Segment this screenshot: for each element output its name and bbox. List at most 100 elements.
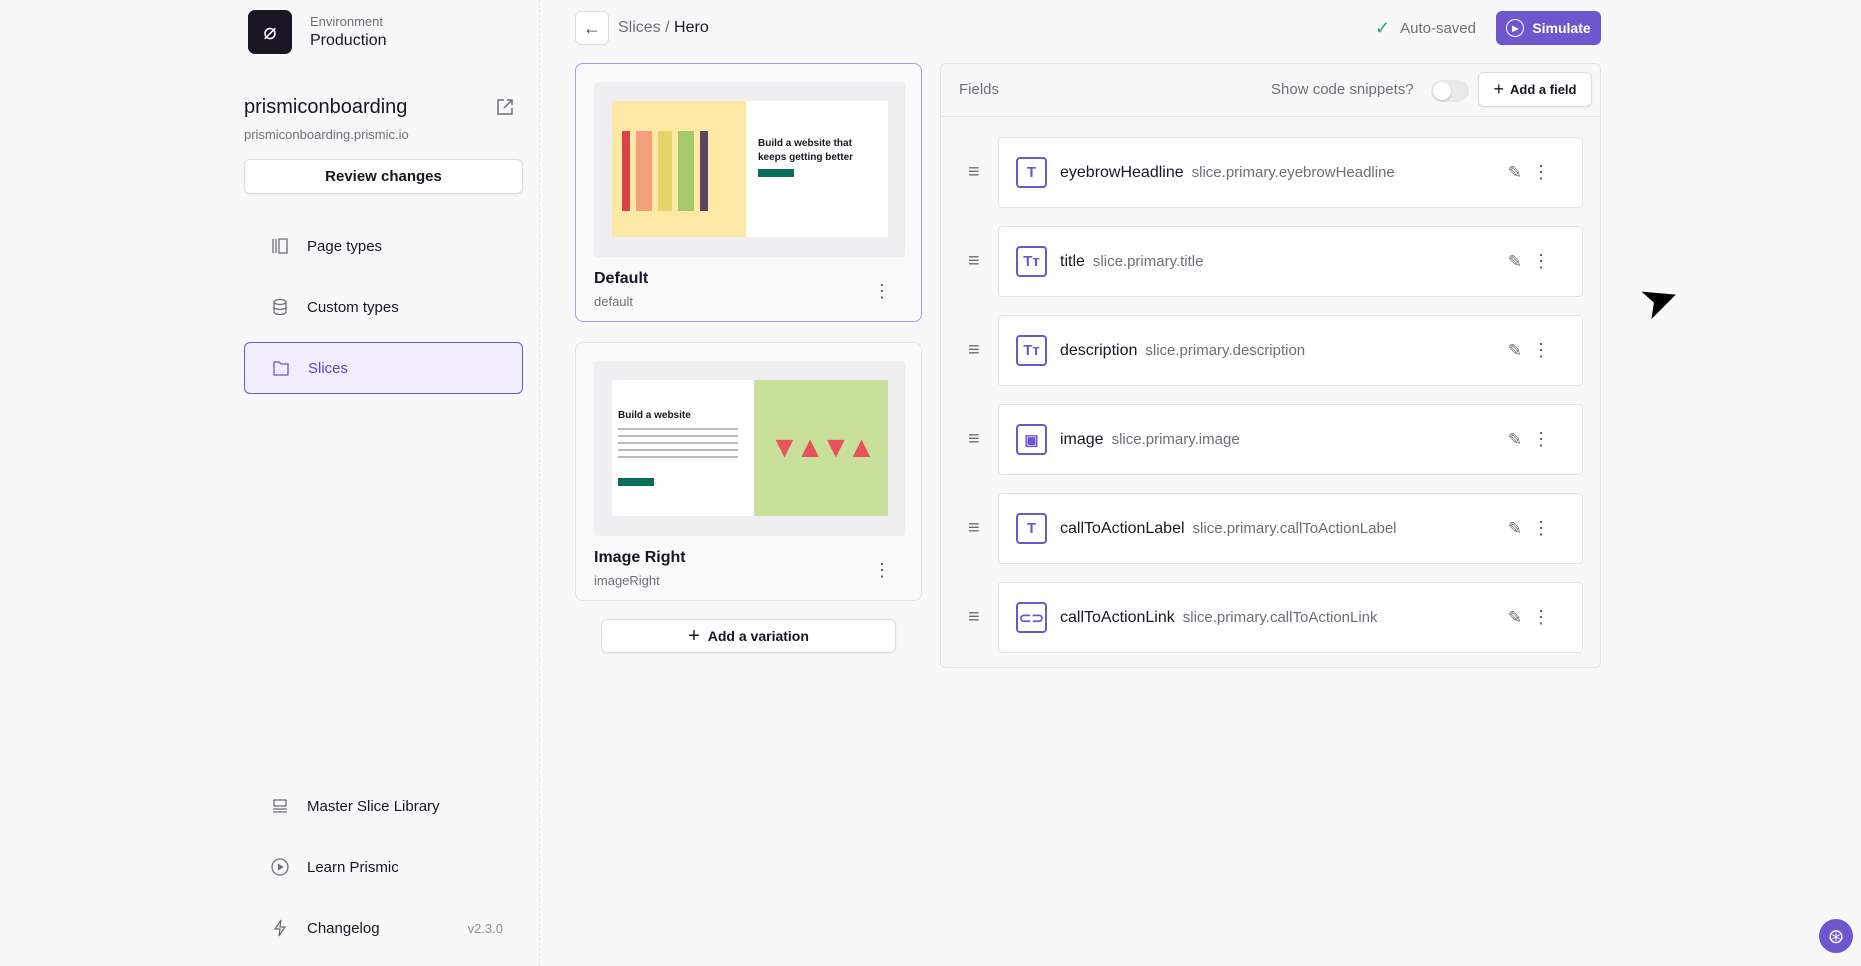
sidebar-item-slices[interactable]: Slices [244,342,523,394]
autosave-status: ✓ Auto-saved [1375,18,1476,39]
repo-name: prismiconboarding [244,96,408,118]
drag-handle-icon[interactable]: ≡ [968,339,980,362]
sidebar: ⌀ Environment Production prismiconboardi… [0,0,540,966]
breadcrumb-parent[interactable]: Slices [618,19,661,36]
field-type-icon: T [1016,157,1047,188]
fields-header: Fields Show code snippets? + Add a field [941,64,1600,117]
preview-screenshot: Build a website ▼▲▼▲ [612,380,888,516]
field-row[interactable]: T callToActionLabel slice.primary.callTo… [998,493,1583,564]
repo-url: prismiconboarding.prismic.io [244,127,409,142]
fields-panel: Fields Show code snippets? + Add a field … [940,63,1601,668]
add-field-label: Add a field [1510,82,1577,97]
drag-handle-icon[interactable]: ≡ [968,250,980,273]
sidebar-item-page-types[interactable]: Page types [244,220,523,272]
preview-cta [758,169,794,177]
edit-pencil-icon[interactable]: ✎ [1508,341,1522,361]
sidebar-item-custom-types[interactable]: Custom types [244,281,523,333]
play-circle-icon [271,858,289,876]
field-type-icon: T [1016,513,1047,544]
field-type-icon: Tт [1016,246,1047,277]
breadcrumb-separator: / [660,19,675,36]
simulate-label: Simulate [1532,20,1591,36]
more-options-icon[interactable]: ⋮ [1532,340,1550,361]
add-field-button[interactable]: + Add a field [1478,72,1592,107]
environment-name[interactable]: Production [310,32,387,50]
edit-pencil-icon[interactable]: ✎ [1508,430,1522,450]
sidebar-item-learn-prismic[interactable]: Learn Prismic [244,841,523,893]
field-row[interactable]: Tт description slice.primary.description… [998,315,1583,386]
sidebar-item-label: Slices [308,359,349,377]
database-icon [273,298,287,316]
edit-pencil-icon[interactable]: ✎ [1508,252,1522,272]
watermelon-image: ▼▲▼▲ [754,380,888,516]
back-button[interactable]: ← [575,11,609,45]
field-path: slice.primary.callToActionLabel [1192,520,1397,537]
field-type-icon: Tт [1016,335,1047,366]
more-options-icon[interactable]: ⋮ [873,282,891,300]
autosave-label: Auto-saved [1400,20,1476,37]
variation-title: Image Right [594,549,686,566]
fields-title: Fields [959,81,1000,98]
mouse-cursor-icon: ➤ [1632,267,1687,331]
more-options-icon[interactable]: ⋮ [1532,162,1550,183]
arrow-left-icon: ← [583,17,601,38]
field-row[interactable]: T eyebrowHeadline slice.primary.eyebrowH… [998,137,1583,208]
variation-card-image-right[interactable]: Build a website ▼▲▼▲ Image Right imageRi… [575,342,922,601]
variation-title: Default [594,270,649,287]
sidebar-item-label: Page types [307,237,383,255]
breadcrumb: Slices / Hero [618,19,709,37]
help-button[interactable]: ⊛ [1819,919,1853,953]
sidebar-item-changelog[interactable]: Changelog v2.3.0 [244,902,523,954]
field-type-icon: ▣ [1016,424,1047,455]
field-row[interactable]: ▣ image slice.primary.image ✎ ⋮ [998,404,1583,475]
drag-handle-icon[interactable]: ≡ [968,428,980,451]
preview-cta [618,478,654,486]
field-name: callToActionLabel [1060,519,1185,537]
more-options-icon[interactable]: ⋮ [1532,607,1550,628]
variation-card-default[interactable]: Build a website that keeps getting bette… [575,63,922,322]
check-icon: ✓ [1375,18,1391,38]
preview-heading: Build a website [618,410,691,421]
add-variation-button[interactable]: + Add a variation [601,619,896,653]
field-path: slice.primary.description [1145,342,1306,359]
folder-icon [273,361,289,376]
plus-icon: + [1493,79,1505,99]
version-label: v2.3.0 [467,920,503,936]
edit-pencil-icon[interactable]: ✎ [1508,608,1522,628]
sidebar-item-master-slice-library[interactable]: Master Slice Library [244,780,523,832]
lifebuoy-icon: ⊛ [1827,925,1845,948]
variation-id: imageRight [594,573,660,588]
plus-icon: + [688,624,700,647]
sidebar-item-label: Master Slice Library [307,797,440,815]
drag-handle-icon[interactable]: ≡ [968,161,980,184]
drag-handle-icon[interactable]: ≡ [968,606,980,629]
sidebar-item-label: Changelog [307,919,380,937]
field-row[interactable]: ⊂⊃ callToActionLink slice.primary.callTo… [998,582,1583,653]
more-options-icon[interactable]: ⋮ [873,561,891,579]
field-type-icon: ⊂⊃ [1016,602,1047,633]
simulate-button[interactable]: ▶ Simulate [1496,11,1601,45]
lightning-icon [273,919,287,937]
library-icon [273,799,287,813]
play-circle-icon: ▶ [1506,19,1525,37]
field-name: image [1060,430,1104,448]
sidebar-item-label: Custom types [307,298,399,316]
edit-pencil-icon[interactable]: ✎ [1508,519,1522,539]
review-changes-button[interactable]: Review changes [244,159,523,194]
more-options-icon[interactable]: ⋮ [1532,429,1550,450]
drag-handle-icon[interactable]: ≡ [968,517,980,540]
more-options-icon[interactable]: ⋮ [1532,518,1550,539]
more-options-icon[interactable]: ⋮ [1532,251,1550,272]
snippets-label: Show code snippets? [1271,81,1414,98]
preview-screenshot: Build a website that keeps getting bette… [612,101,888,237]
variation-preview: Build a website ▼▲▼▲ [594,361,905,536]
field-name: eyebrowHeadline [1060,163,1184,181]
edit-pencil-icon[interactable]: ✎ [1508,163,1522,183]
external-link-icon[interactable] [495,97,515,117]
field-row[interactable]: Tт title slice.primary.title ✎ ⋮ [998,226,1583,297]
field-name: callToActionLink [1060,608,1175,626]
field-name: title [1060,252,1085,270]
field-name: description [1060,341,1138,359]
variation-preview: Build a website that keeps getting bette… [594,82,905,257]
snippets-toggle[interactable] [1431,80,1469,102]
